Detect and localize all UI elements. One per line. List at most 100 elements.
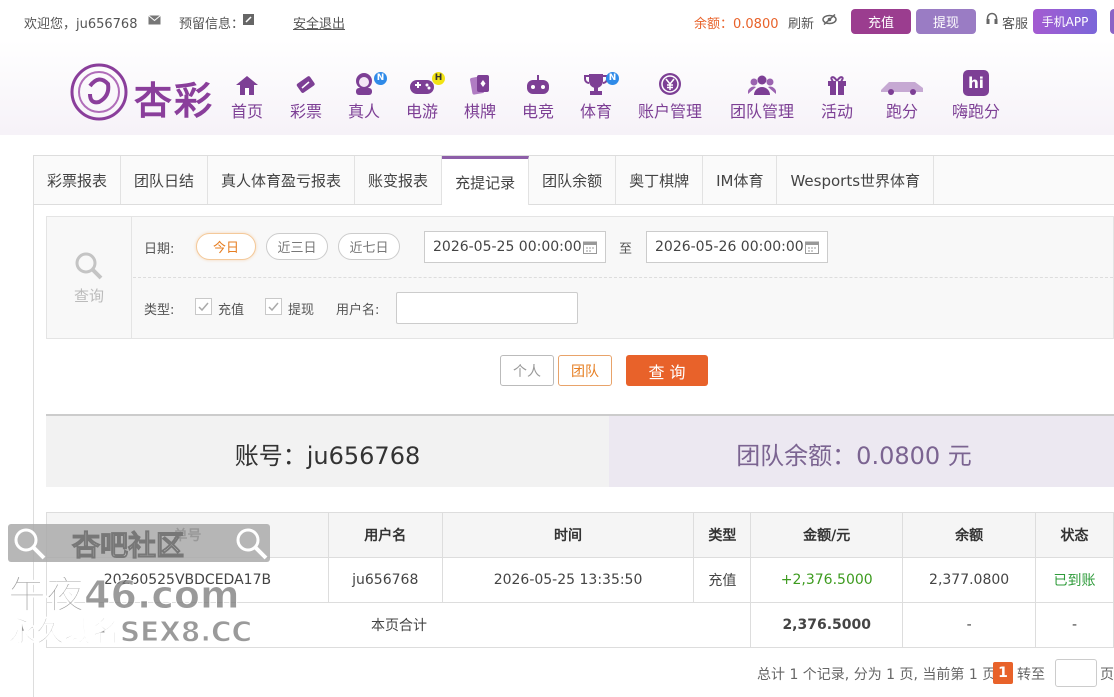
logout-link[interactable]: 安全退出 [293, 13, 345, 32]
pager-page-label: 页 [1100, 667, 1114, 683]
mobile-app-button[interactable]: 手机APP [1033, 9, 1097, 34]
nav-paofen[interactable]: 跑分 [874, 68, 930, 122]
last-three-days-button[interactable]: 近三日 [266, 233, 328, 260]
tab-team-balance[interactable]: 团队余额 [529, 156, 617, 204]
records-table: 单号 用户名 时间 类型 金额/元 余额 状态 20260525VBDCEDA1… [45, 512, 1114, 648]
content-border [33, 155, 34, 697]
nav-esports[interactable]: 电竞 [518, 68, 558, 122]
total-status-dash: - [1035, 602, 1114, 648]
type-label: 类型: [144, 303, 175, 318]
nav-sports[interactable]: N 体育 [576, 68, 619, 122]
today-button[interactable]: 今日 [196, 233, 256, 260]
table-row: 20260525VBDCEDA17B ju656768 2026-05-25 1… [46, 557, 1114, 603]
site-logo[interactable]: 杏彩 [70, 62, 220, 123]
cell-status: 已到账 [1035, 557, 1114, 603]
car-icon [874, 68, 930, 96]
tab-wesports[interactable]: Wesports世界体育 [777, 156, 935, 204]
tab-im-sports[interactable]: IM体育 [703, 156, 778, 204]
nav-lottery[interactable]: 彩票 [286, 68, 326, 122]
pager-current-page[interactable]: 1 [993, 662, 1013, 684]
nav-slots[interactable]: H 电游 [402, 68, 445, 122]
col-username: 用户名 [327, 512, 443, 558]
query-side: 查询 [47, 217, 132, 338]
watermark-magnifier-icon [14, 528, 46, 560]
total-amount: 2,376.5000 [750, 602, 904, 648]
cell-balance: 2,377.0800 [902, 557, 1037, 603]
report-tabs: 彩票报表 团队日结 真人体育盈亏报表 账变报表 充提记录 团队余额 奥丁棋牌 I… [33, 155, 1114, 205]
username-input[interactable] [396, 292, 578, 324]
welcome-text: 欢迎您，ju656768 [24, 17, 138, 32]
personal-button[interactable]: 个人 [500, 355, 554, 386]
date-to-label: 至 [619, 242, 633, 257]
yen-icon [634, 68, 706, 96]
cell-username: ju656768 [327, 557, 443, 603]
search-button[interactable]: 查 询 [626, 355, 708, 386]
last-seven-days-button[interactable]: 近七日 [338, 233, 400, 260]
nav-badge: N [374, 72, 387, 85]
calendar-icon[interactable] [583, 240, 597, 258]
col-status: 状态 [1035, 512, 1114, 558]
team-icon [726, 68, 798, 96]
tab-live-sports-pnl[interactable]: 真人体育盈亏报表 [208, 156, 356, 204]
cell-order-no: 20260525VBDCEDA17B [46, 557, 329, 603]
col-order-no: 单号 [46, 512, 329, 558]
nav-hi-paofen[interactable]: hi 嗨跑分 [950, 68, 1002, 122]
balance-text: 余额：0.0800 [694, 17, 779, 32]
nav-chess[interactable]: 棋牌 [460, 68, 500, 122]
tab-odin-chess[interactable]: 奥丁棋牌 [616, 156, 704, 204]
customer-service-link[interactable]: 客服 [1002, 13, 1028, 32]
table-total-row: 本页合计 2,376.5000 - - [45, 602, 1114, 648]
magnifier-icon [47, 251, 131, 285]
mail-icon[interactable] [148, 14, 161, 29]
gift-icon [817, 68, 857, 96]
logo-text: 杏彩 [134, 78, 215, 123]
hi-icon: hi [950, 68, 1002, 96]
headset-icon [986, 12, 998, 29]
account-info-bar: 账号：ju656768 团队余额：0.0800 元 [46, 414, 1114, 487]
nav-home[interactable]: 首页 [227, 68, 267, 122]
nav-badge: N [606, 72, 619, 85]
extra-button[interactable] [1110, 9, 1114, 34]
start-date-input[interactable]: 2026-05-25 00:00:00 [424, 231, 606, 263]
recharge-checkbox-label: 充值 [218, 303, 245, 318]
col-amount: 金额/元 [750, 512, 904, 558]
col-type: 类型 [693, 512, 752, 558]
pager-goto-input[interactable] [1055, 659, 1097, 687]
pager-goto-label: 转至 [1017, 667, 1045, 683]
calendar-icon[interactable] [805, 240, 819, 258]
total-label: 本页合计 [45, 602, 751, 648]
nav-team[interactable]: 团队管理 [726, 68, 798, 122]
table-header-row: 单号 用户名 时间 类型 金额/元 余额 状态 [46, 512, 1114, 558]
end-date-input[interactable]: 2026-05-26 00:00:00 [646, 231, 828, 263]
tab-team-daily[interactable]: 团队日结 [121, 156, 209, 204]
eye-hidden-icon[interactable] [822, 13, 837, 29]
reserved-message-label: 预留信息： [179, 17, 245, 32]
cards-icon [460, 68, 500, 96]
top-bar: 欢迎您，ju656768 预留信息： 安全退出 余额：0.0800 刷新 充值 … [0, 0, 1114, 40]
home-icon [227, 68, 267, 96]
edit-icon[interactable] [243, 14, 254, 29]
withdraw-checkbox[interactable] [265, 298, 282, 315]
recharge-checkbox[interactable] [195, 298, 212, 315]
tab-lottery-report[interactable]: 彩票报表 [34, 156, 122, 204]
team-balance-panel: 团队余额：0.0800 元 [609, 416, 1114, 487]
team-button[interactable]: 团队 [558, 355, 612, 386]
nav-account[interactable]: 账户管理 [634, 68, 706, 122]
nav-activity[interactable]: 活动 [817, 68, 857, 122]
esports-icon [518, 68, 558, 96]
withdraw-button[interactable]: 提现 [916, 9, 976, 34]
tab-account-changes[interactable]: 账变报表 [355, 156, 443, 204]
nav-live[interactable]: N 真人 [344, 68, 387, 122]
tab-deposit-withdraw-records[interactable]: 充提记录 [442, 156, 530, 205]
cell-amount: +2,376.5000 [750, 557, 904, 603]
query-side-label: 查询 [73, 287, 104, 305]
refresh-link[interactable]: 刷新 [788, 13, 814, 32]
nav-badge: H [432, 72, 445, 85]
withdraw-checkbox-label: 提现 [288, 303, 315, 318]
lottery-icon [286, 68, 326, 96]
pager-summary: 总计 1 个记录, 分为 1 页, 当前第 1 页 [757, 667, 997, 683]
date-label: 日期: [144, 242, 175, 257]
recharge-button[interactable]: 充值 [851, 9, 911, 34]
col-balance: 余额 [902, 512, 1037, 558]
username-label: 用户名: [336, 303, 380, 318]
